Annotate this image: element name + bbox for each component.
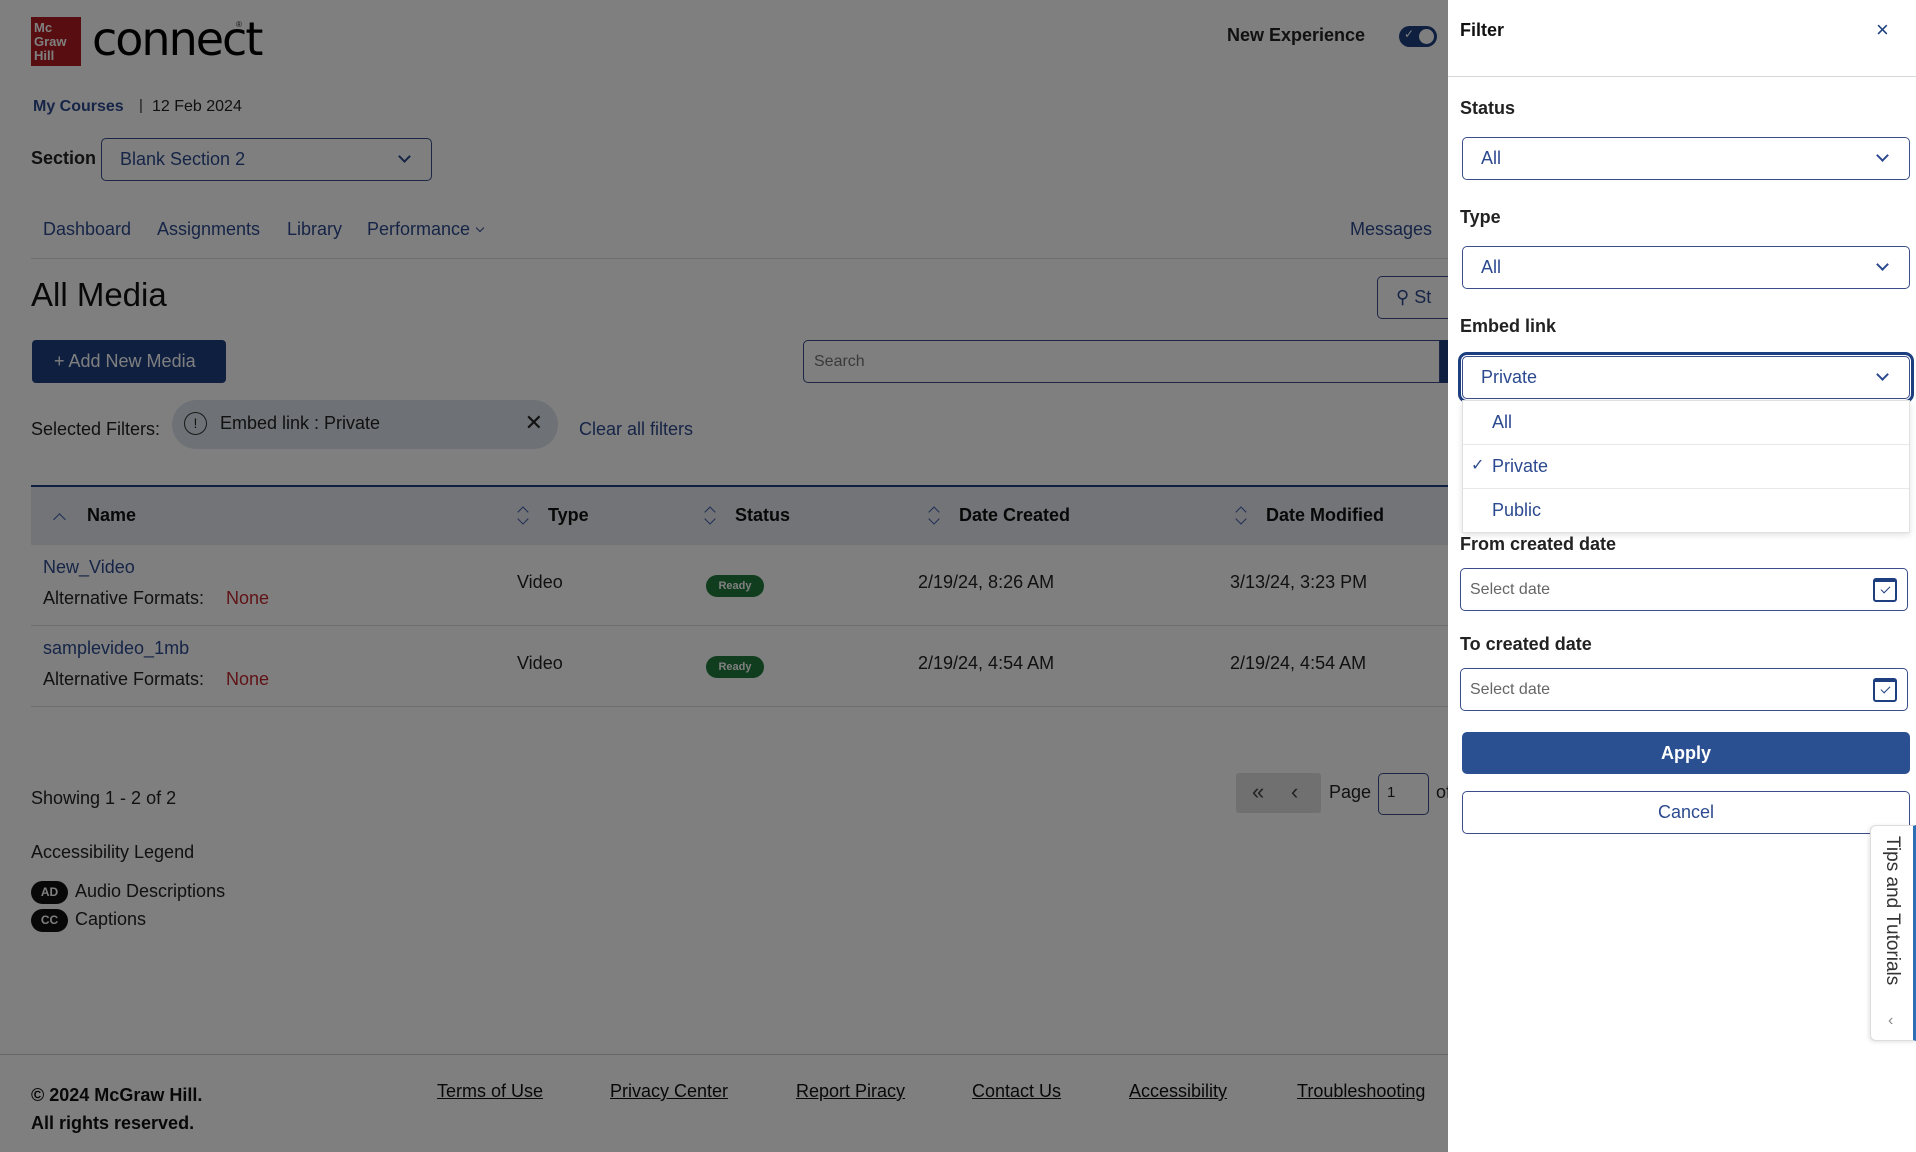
status-filter-value: All [1481,148,1502,168]
option-label: Public [1492,500,1542,520]
option-public[interactable]: Public [1463,489,1909,533]
tips-tab-label: Tips and Tutorials [1882,836,1903,986]
chevron-left-icon: ‹ [1888,1012,1894,1029]
page: Mc Graw Hill connect ® New Experience ✓ … [0,0,1916,1152]
embed-link-filter-value: Private [1481,367,1538,387]
cancel-button[interactable]: Cancel [1462,791,1910,834]
to-date-placeholder: Select date [1470,681,1551,698]
tips-and-tutorials-tab[interactable]: Tips and Tutorials ‹ [1870,825,1916,1041]
embed-link-options: All ✓ Private Public [1462,400,1910,533]
chevron-down-icon [1876,149,1889,162]
type-filter-select[interactable]: All [1462,246,1910,289]
filter-panel-title: Filter [1460,20,1505,40]
from-date-placeholder: Select date [1470,581,1551,598]
embed-link-filter-label: Embed link [1460,316,1557,336]
status-filter-label: Status [1460,98,1516,118]
embed-link-filter-select[interactable]: Private [1458,352,1914,403]
filter-panel: Filter × Status All Type All Embed link … [1448,0,1916,1152]
close-icon[interactable]: × [1876,17,1889,43]
type-filter-value: All [1481,257,1502,277]
status-filter-select[interactable]: All [1462,137,1910,180]
chevron-down-icon [1876,368,1889,381]
option-label: All [1492,412,1513,432]
panel-divider [1448,76,1916,77]
from-date-input[interactable]: Select date [1460,568,1908,611]
check-icon: ✓ [1471,457,1485,474]
from-date-label: From created date [1460,534,1617,554]
to-date-label: To created date [1460,634,1592,654]
to-date-input[interactable]: Select date [1460,668,1908,711]
option-private[interactable]: ✓ Private [1463,445,1909,489]
type-filter-label: Type [1460,207,1501,227]
calendar-icon[interactable] [1873,578,1897,602]
option-all[interactable]: All [1463,401,1909,445]
option-label: Private [1492,456,1549,476]
apply-button[interactable]: Apply [1462,732,1910,774]
chevron-down-icon [1876,258,1889,271]
modal-backdrop[interactable] [0,0,1448,1152]
calendar-icon[interactable] [1873,678,1897,702]
